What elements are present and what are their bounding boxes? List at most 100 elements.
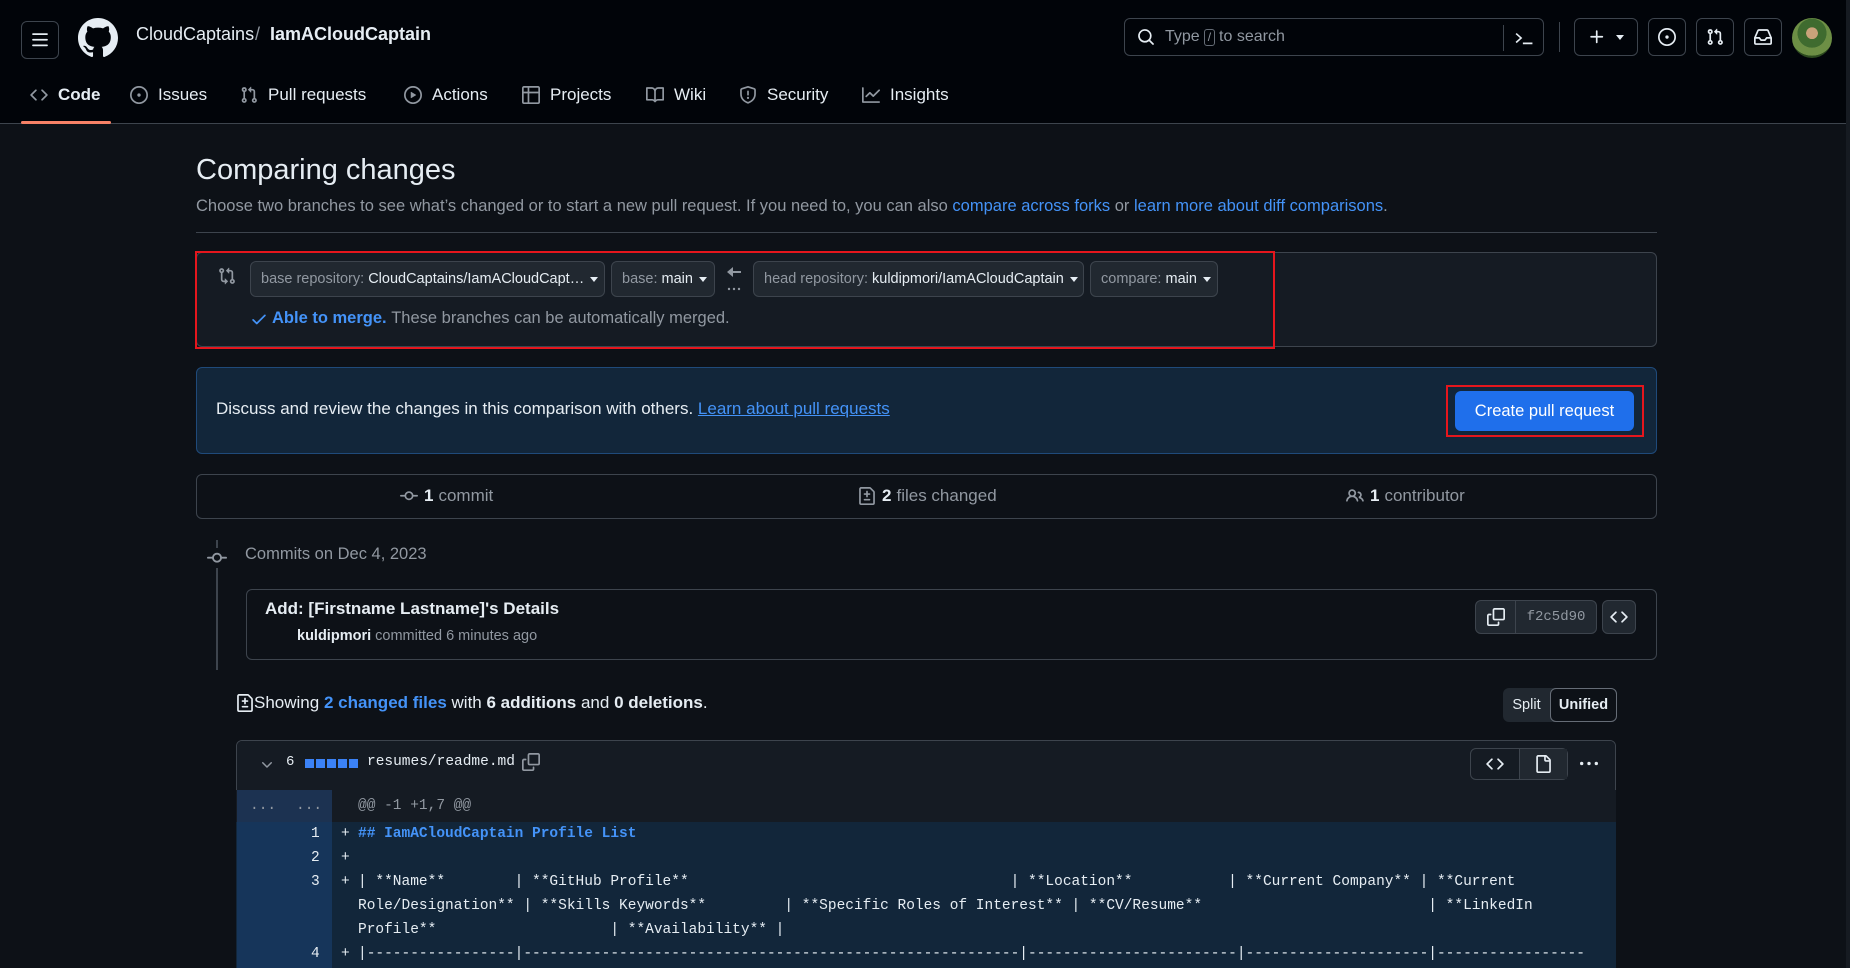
copy-icon — [522, 753, 540, 771]
summary-deletions: 0 deletions — [614, 693, 703, 712]
copy-icon — [1486, 608, 1505, 626]
pull-requests-button[interactable] — [1696, 18, 1734, 56]
commit-sha-link[interactable]: f2c5d90 — [1516, 601, 1596, 633]
play-icon — [404, 86, 422, 104]
diff-line: 3 + | **Name** | **GitHub Profile** | **… — [236, 870, 1616, 942]
tab-projects-label: Projects — [550, 85, 612, 104]
create-new-button[interactable] — [1574, 18, 1638, 56]
diffstat-block — [327, 759, 336, 768]
diff-view-toggle: Split Unified — [1503, 688, 1617, 722]
summary-additions: 6 additions — [486, 693, 577, 712]
view-source-button[interactable] — [1471, 749, 1520, 779]
header-divider — [1559, 22, 1560, 52]
user-avatar[interactable] — [1792, 18, 1832, 58]
tab-pull-requests[interactable]: Pull requests — [240, 82, 366, 108]
line-number[interactable]: 4 — [311, 946, 320, 962]
file-change-count: 6 — [286, 754, 295, 770]
diffstat-block — [338, 759, 347, 768]
search-input[interactable]: Type / to search — [1124, 18, 1544, 56]
menu-button[interactable] — [21, 21, 59, 59]
diffstat-bar — [305, 759, 358, 768]
line-number[interactable]: 1 — [311, 826, 320, 842]
file-options-button[interactable] — [1578, 753, 1600, 775]
commit-title[interactable]: Add: [Firstname Lastname]'s Details — [265, 599, 559, 619]
tab-code[interactable]: Code — [30, 82, 101, 108]
hunk-header: @@ -1 +1,7 @@ — [358, 798, 472, 814]
line-number[interactable]: 3 — [311, 874, 320, 890]
view-rich-button[interactable] — [1519, 749, 1567, 779]
learn-pull-requests-link[interactable]: Learn about pull requests — [698, 399, 890, 418]
commits-stat[interactable]: 1 commit — [400, 486, 493, 506]
code-icon — [30, 89, 48, 101]
contributors-label: contributor — [1384, 486, 1465, 505]
file-view-toggle — [1470, 748, 1568, 780]
browse-files-button[interactable] — [1602, 600, 1636, 634]
tab-security-label: Security — [767, 85, 829, 104]
create-pr-text: Discuss and review the changes in this c… — [216, 399, 890, 419]
hunk-expand-left[interactable]: ... — [250, 798, 276, 814]
book-icon — [646, 87, 664, 103]
plus-icon — [1590, 30, 1604, 44]
code-icon — [1486, 758, 1504, 770]
hunk-expand-right[interactable]: ... — [296, 798, 322, 814]
tab-wiki[interactable]: Wiki — [646, 82, 706, 108]
diffstat-block — [316, 759, 325, 768]
terminal-icon — [1515, 32, 1532, 45]
search-shortcut-key: / — [1203, 28, 1216, 46]
commit-author[interactable]: kuldipmori — [297, 628, 371, 644]
kebab-horizontal-icon — [1580, 761, 1598, 766]
tab-wiki-label: Wiki — [674, 85, 707, 104]
diffstat-block — [305, 759, 314, 768]
copy-path-button[interactable] — [522, 753, 540, 771]
line-number[interactable]: 2 — [311, 850, 320, 866]
unified-view-button[interactable]: Unified — [1550, 688, 1617, 722]
compare-across-forks-link[interactable]: compare across forks — [952, 197, 1110, 215]
search-icon — [1138, 29, 1154, 45]
page-description: Choose two branches to see what’s change… — [196, 197, 1388, 216]
create-pr-description: Discuss and review the changes in this c… — [216, 399, 694, 418]
search-prefix: Type — [1165, 28, 1200, 45]
tab-insights[interactable]: Insights — [862, 82, 949, 108]
inbox-button[interactable] — [1744, 18, 1782, 56]
collapse-file-button[interactable] — [259, 757, 275, 773]
breadcrumb-separator: / — [255, 24, 261, 44]
line-sign: + — [341, 946, 350, 962]
highlight-box-button — [1446, 385, 1644, 437]
tab-security[interactable]: Security — [739, 82, 828, 108]
scrollbar-track[interactable] — [1846, 0, 1850, 968]
changed-files-link[interactable]: 2 changed files — [324, 693, 447, 713]
tab-projects[interactable]: Projects — [522, 82, 611, 108]
command-palette-button[interactable] — [1503, 25, 1543, 51]
tab-issues-label: Issues — [158, 85, 208, 104]
github-logo-icon[interactable] — [78, 18, 118, 58]
copy-sha-button[interactable] — [1476, 601, 1516, 633]
inbox-icon — [1754, 29, 1772, 45]
split-view-button[interactable]: Split — [1503, 688, 1550, 722]
description-text: Choose two branches to see what’s change… — [196, 197, 948, 215]
issues-button[interactable] — [1648, 18, 1686, 56]
tab-issues[interactable]: Issues — [130, 82, 207, 108]
contributors-stat[interactable]: 1 contributor — [1346, 486, 1465, 506]
file-icon — [1536, 755, 1552, 773]
tab-actions-label: Actions — [432, 85, 488, 104]
summary-showing: Showing — [254, 693, 320, 712]
file-path[interactable]: resumes/readme.md — [367, 754, 515, 770]
tab-actions[interactable]: Actions — [404, 82, 488, 108]
files-label: files changed — [896, 486, 997, 505]
commits-label: commit — [438, 486, 494, 505]
description-period: . — [1383, 197, 1388, 215]
page-title: Comparing changes — [196, 154, 456, 186]
learn-diff-comparisons-link[interactable]: learn more about diff comparisons — [1134, 197, 1383, 215]
breadcrumb-owner[interactable]: CloudCaptains — [136, 24, 254, 45]
breadcrumb-repo[interactable]: IamACloudCaptain — [270, 24, 431, 45]
line-sign: + — [341, 826, 350, 842]
files-changed-stat[interactable]: 2 files changed — [858, 486, 997, 506]
diff-line: 4 + |-----------------|-----------------… — [236, 942, 1616, 968]
diff-summary: Showing 2 changed files with 6 additions… — [236, 693, 708, 713]
commits-count: 1 — [424, 486, 434, 505]
commit-time: committed 6 minutes ago — [375, 628, 538, 644]
tab-code-label: Code — [58, 85, 101, 104]
summary-period: . — [702, 693, 708, 712]
diff-line: 1 + ## IamACloudCaptain Profile List — [236, 822, 1616, 846]
description-or: or — [1114, 197, 1130, 215]
